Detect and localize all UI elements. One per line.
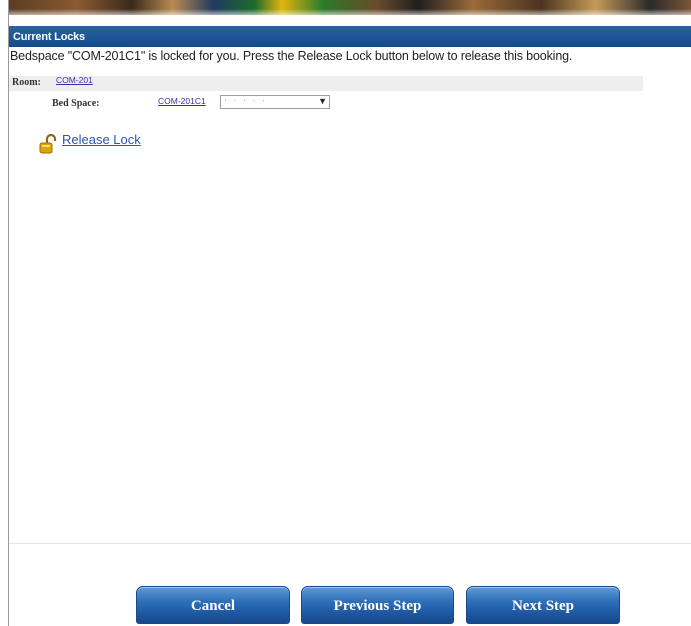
bed-space-select-value: · · · · · (224, 95, 267, 105)
current-locks-header: Current Locks (9, 26, 691, 47)
current-locks-panel: Current Locks Bedspace "COM-201C1" is lo… (9, 26, 691, 544)
previous-step-button[interactable]: Previous Step (301, 586, 454, 624)
dropdown-arrow-icon: ▼ (318, 96, 327, 106)
bed-space-label: Bed Space: (52, 98, 100, 109)
cancel-button[interactable]: Cancel (136, 586, 290, 624)
banner-shade (9, 9, 691, 15)
room-row: Room: COM-201 (9, 75, 643, 91)
bed-space-select[interactable]: · · · · · ▼ (220, 95, 330, 109)
bed-space-link[interactable]: COM-201C1 (158, 96, 206, 106)
unlocked-padlock-icon (39, 134, 57, 154)
next-step-button[interactable]: Next Step (466, 586, 620, 624)
release-lock-link[interactable]: Release Lock (62, 132, 141, 147)
room-label: Room: (12, 77, 41, 88)
lock-message: Bedspace "COM-201C1" is locked for you. … (10, 49, 573, 63)
room-link[interactable]: COM-201 (56, 75, 93, 85)
header-banner-image (9, 0, 691, 15)
